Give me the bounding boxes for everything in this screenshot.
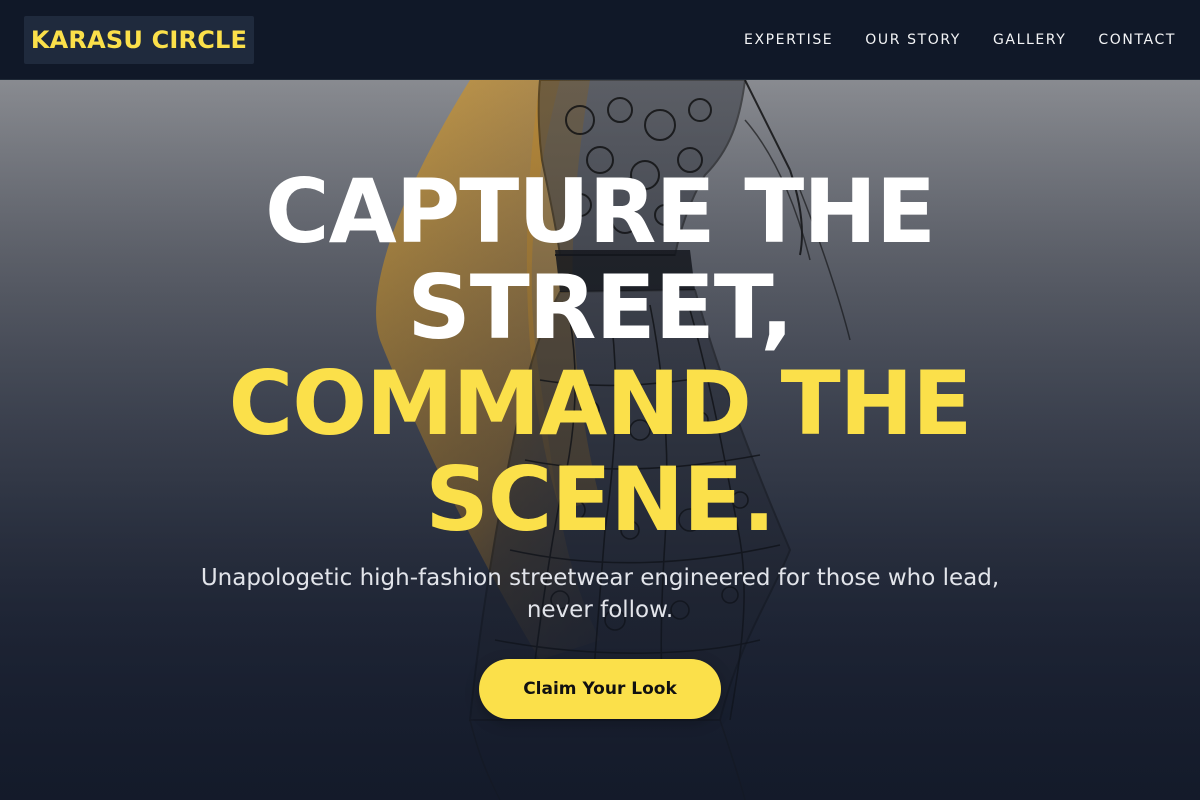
nav-link-expertise[interactable]: EXPERTISE (744, 32, 833, 48)
hero-section: CAPTURE THE STREET, COMMAND THE SCENE. U… (0, 80, 1200, 800)
nav-link-our-story[interactable]: OUR STORY (865, 32, 961, 48)
brand-logo-text: KARASU CIRCLE (30, 26, 248, 54)
hero-subtitle: Unapologetic high-fashion streetwear eng… (200, 565, 1000, 623)
main-nav: EXPERTISE OUR STORY GALLERY CONTACT (744, 0, 1176, 80)
nav-link-contact[interactable]: CONTACT (1098, 32, 1176, 48)
headline-line-1: CAPTURE THE (265, 160, 936, 263)
headline-line-3: COMMAND THE (228, 352, 973, 455)
headline-line-4: SCENE. (425, 448, 775, 551)
claim-your-look-button[interactable]: Claim Your Look (479, 659, 721, 719)
site-header: KARASU CIRCLE EXPERTISE OUR STORY GALLER… (0, 0, 1200, 80)
hero-content: CAPTURE THE STREET, COMMAND THE SCENE. U… (0, 80, 1200, 800)
hero-headline: CAPTURE THE STREET, COMMAND THE SCENE. (100, 164, 1100, 548)
brand-logo[interactable]: KARASU CIRCLE (24, 16, 254, 64)
headline-line-2: STREET, (407, 256, 793, 359)
nav-link-gallery[interactable]: GALLERY (993, 32, 1066, 48)
